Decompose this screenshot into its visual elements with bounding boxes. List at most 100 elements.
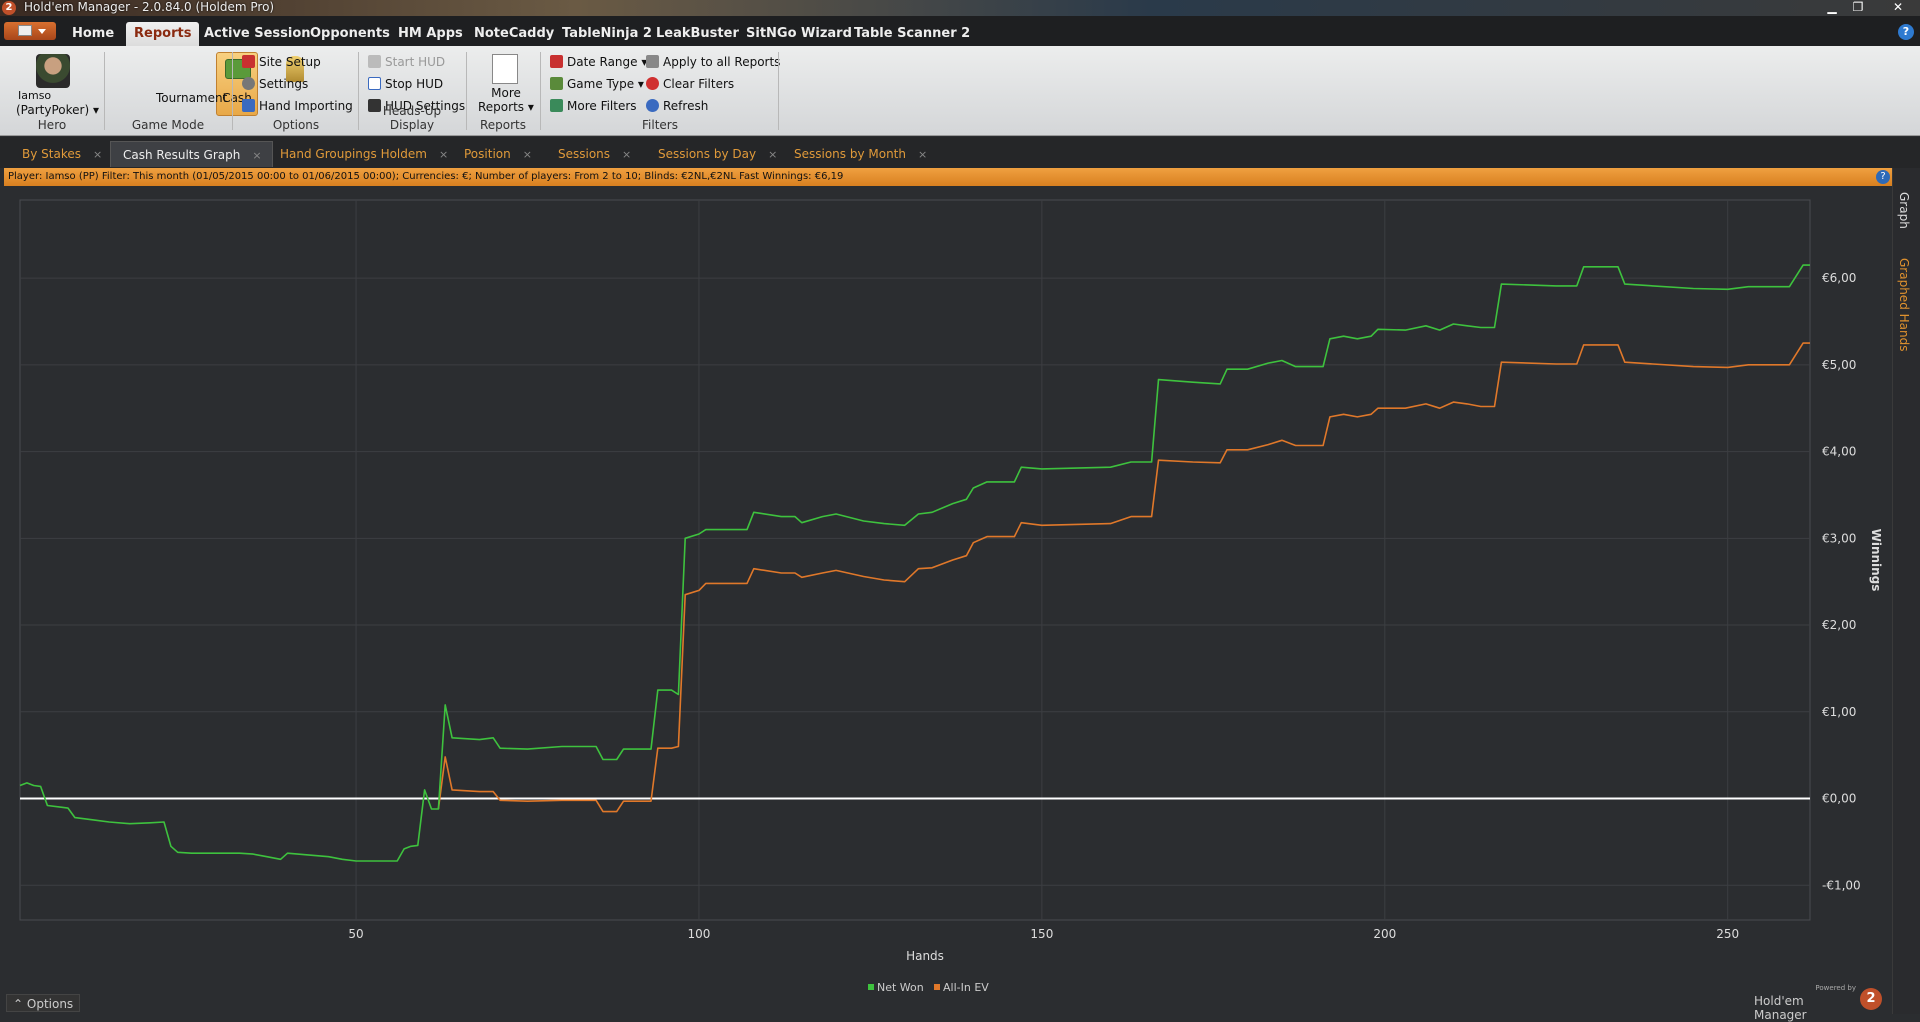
document-tab-bar: By Stakes × Cash Results Graph × Hand Grou… bbox=[0, 137, 1920, 168]
help-icon[interactable]: ? bbox=[1898, 24, 1914, 40]
more-reports-line2[interactable]: Reports ▾ bbox=[478, 100, 534, 120]
filter-icon bbox=[550, 99, 563, 112]
ribbon-group-options: Site Setup Settings Hand Importing Optio… bbox=[234, 48, 358, 134]
help-icon[interactable]: ? bbox=[1876, 170, 1890, 184]
clear-filters-button[interactable]: Clear Filters bbox=[646, 74, 734, 94]
close-icon[interactable]: × bbox=[93, 148, 102, 161]
y-axis-label: Winnings bbox=[1869, 529, 1883, 592]
ribbon-group-game-mode: Cash Tournament Game Mode bbox=[106, 48, 304, 134]
stop-hud-button[interactable]: Stop HUD bbox=[368, 74, 443, 94]
group-label-filters: Filters bbox=[642, 118, 678, 132]
menu-bar: Home Reports Active Session Opponents HM… bbox=[0, 16, 1920, 46]
more-filters-button[interactable]: More Filters bbox=[550, 96, 637, 116]
tab-cash-results-graph[interactable]: Cash Results Graph × bbox=[110, 141, 273, 167]
y-tick-label: €4,00 bbox=[1822, 445, 1856, 459]
menu-tab-sitngo-wizard[interactable]: SitNGo Wizard bbox=[738, 22, 860, 46]
settings-label: Settings bbox=[259, 77, 309, 91]
side-tab-graphed-hands[interactable]: Graphed Hands bbox=[1897, 258, 1911, 351]
refresh-label: Refresh bbox=[663, 99, 709, 113]
ribbon-group-reports: More Reports ▾ Reports bbox=[468, 48, 538, 134]
tab-sessions-by-day[interactable]: Sessions by Day × bbox=[646, 141, 787, 167]
hand-importing-button[interactable]: Hand Importing bbox=[242, 96, 353, 116]
date-range-label: Date Range ▾ bbox=[567, 55, 648, 69]
group-label-reports: Reports bbox=[479, 118, 527, 132]
ribbon-group-hud: Start HUD Stop HUD HUD Settings Heads-Up… bbox=[360, 48, 465, 134]
filter-summary-text: Player: Iamso (PP) Filter: This month (0… bbox=[8, 171, 844, 182]
close-icon[interactable]: × bbox=[252, 149, 261, 162]
y-tick-label: -€1,00 bbox=[1822, 878, 1861, 892]
menu-tab-active-session[interactable]: Active Session bbox=[196, 22, 319, 46]
app-menu-button[interactable] bbox=[4, 22, 56, 40]
menu-tab-reports[interactable]: Reports bbox=[126, 22, 200, 46]
tab-label: Sessions by Month bbox=[794, 147, 906, 161]
y-tick-label: €0,00 bbox=[1822, 792, 1856, 806]
tab-label: Position bbox=[464, 147, 511, 161]
tab-label: Hand Groupings Holdem bbox=[280, 147, 427, 161]
legend-label: Net Won bbox=[877, 981, 924, 994]
window-title: Hold'em Manager - 2.0.84.0 (Holdem Pro) bbox=[24, 0, 275, 14]
chevron-down-icon bbox=[38, 29, 46, 34]
apply-icon bbox=[646, 55, 659, 68]
close-icon[interactable]: × bbox=[918, 148, 927, 161]
avatar[interactable] bbox=[36, 54, 70, 88]
tab-hand-groupings[interactable]: Hand Groupings Holdem × bbox=[268, 141, 458, 167]
side-tab-graph[interactable]: Graph bbox=[1897, 192, 1911, 229]
y-tick-label: €1,00 bbox=[1822, 705, 1856, 719]
date-range-button[interactable]: Date Range ▾ bbox=[550, 52, 647, 72]
hero-site-dropdown[interactable]: (PartyPoker) ▾ bbox=[16, 100, 99, 120]
tab-by-stakes[interactable]: By Stakes × bbox=[10, 141, 112, 167]
stop-icon bbox=[368, 77, 381, 90]
refresh-button[interactable]: Refresh bbox=[646, 96, 708, 116]
menu-tab-opponents[interactable]: Opponents bbox=[302, 22, 398, 46]
x-tick-label: 200 bbox=[1373, 927, 1396, 941]
options-label: Options bbox=[26, 997, 74, 1011]
brand-logo-icon: 2 bbox=[1860, 988, 1882, 1010]
minimize-icon[interactable]: ▁ bbox=[1820, 0, 1844, 16]
clear-filters-label: Clear Filters bbox=[663, 77, 735, 91]
site-setup-button[interactable]: Site Setup bbox=[242, 52, 321, 72]
calendar-icon bbox=[550, 55, 563, 68]
tab-sessions-by-month[interactable]: Sessions by Month × bbox=[782, 141, 937, 167]
start-hud-button[interactable]: Start HUD bbox=[368, 52, 445, 72]
report-icon[interactable] bbox=[492, 54, 518, 84]
start-hud-label: Start HUD bbox=[385, 55, 446, 69]
close-icon[interactable]: ✕ bbox=[1886, 0, 1910, 16]
apply-all-label: Apply to all Reports bbox=[663, 55, 781, 69]
menu-tab-leakbuster[interactable]: LeakBuster bbox=[648, 22, 747, 46]
tab-label: By Stakes bbox=[22, 147, 81, 161]
divider bbox=[466, 52, 467, 130]
branding: Powered by Hold'em Manager 2 bbox=[1754, 982, 1884, 1022]
x-tick-label: 150 bbox=[1030, 927, 1053, 941]
menu-tab-table-scanner[interactable]: Table Scanner 2 bbox=[846, 22, 978, 46]
legend-swatch bbox=[934, 984, 940, 990]
close-icon[interactable]: × bbox=[523, 148, 532, 161]
x-tick-label: 100 bbox=[688, 927, 711, 941]
tournament-button[interactable]: Tournament bbox=[156, 88, 227, 108]
menu-tab-tableninja[interactable]: TableNinja 2 bbox=[554, 22, 660, 46]
tab-label: Sessions by Day bbox=[658, 147, 757, 161]
close-icon[interactable]: × bbox=[622, 148, 631, 161]
menu-tab-home[interactable]: Home bbox=[64, 22, 122, 46]
options-button[interactable]: ⌃ Options bbox=[6, 994, 81, 1012]
tab-label: Sessions bbox=[558, 147, 611, 161]
group-label-hud: Heads-Up Display bbox=[382, 104, 442, 132]
game-type-label: Game Type ▾ bbox=[567, 77, 644, 91]
divider bbox=[104, 52, 105, 130]
y-tick-label: €5,00 bbox=[1822, 358, 1856, 372]
tab-position[interactable]: Position × bbox=[452, 141, 542, 167]
apply-all-button[interactable]: Apply to all Reports bbox=[646, 52, 780, 72]
settings-button[interactable]: Settings bbox=[242, 74, 308, 94]
close-icon[interactable]: × bbox=[768, 148, 777, 161]
game-type-button[interactable]: Game Type ▾ bbox=[550, 74, 644, 94]
tab-sessions[interactable]: Sessions × bbox=[546, 141, 641, 167]
brand-name: Hold'em Manager bbox=[1754, 994, 1807, 1022]
restore-icon[interactable]: ❐ bbox=[1846, 0, 1870, 16]
group-label-options: Options bbox=[272, 118, 320, 132]
y-tick-label: €2,00 bbox=[1822, 618, 1856, 632]
group-label-hero: Hero bbox=[37, 118, 67, 132]
import-icon bbox=[242, 99, 255, 112]
menu-tab-hm-apps[interactable]: HM Apps bbox=[390, 22, 471, 46]
filter-summary-bar: Player: Iamso (PP) Filter: This month (0… bbox=[4, 168, 1892, 186]
menu-tab-notecaddy[interactable]: NoteCaddy bbox=[466, 22, 562, 46]
close-icon[interactable]: × bbox=[439, 148, 448, 161]
